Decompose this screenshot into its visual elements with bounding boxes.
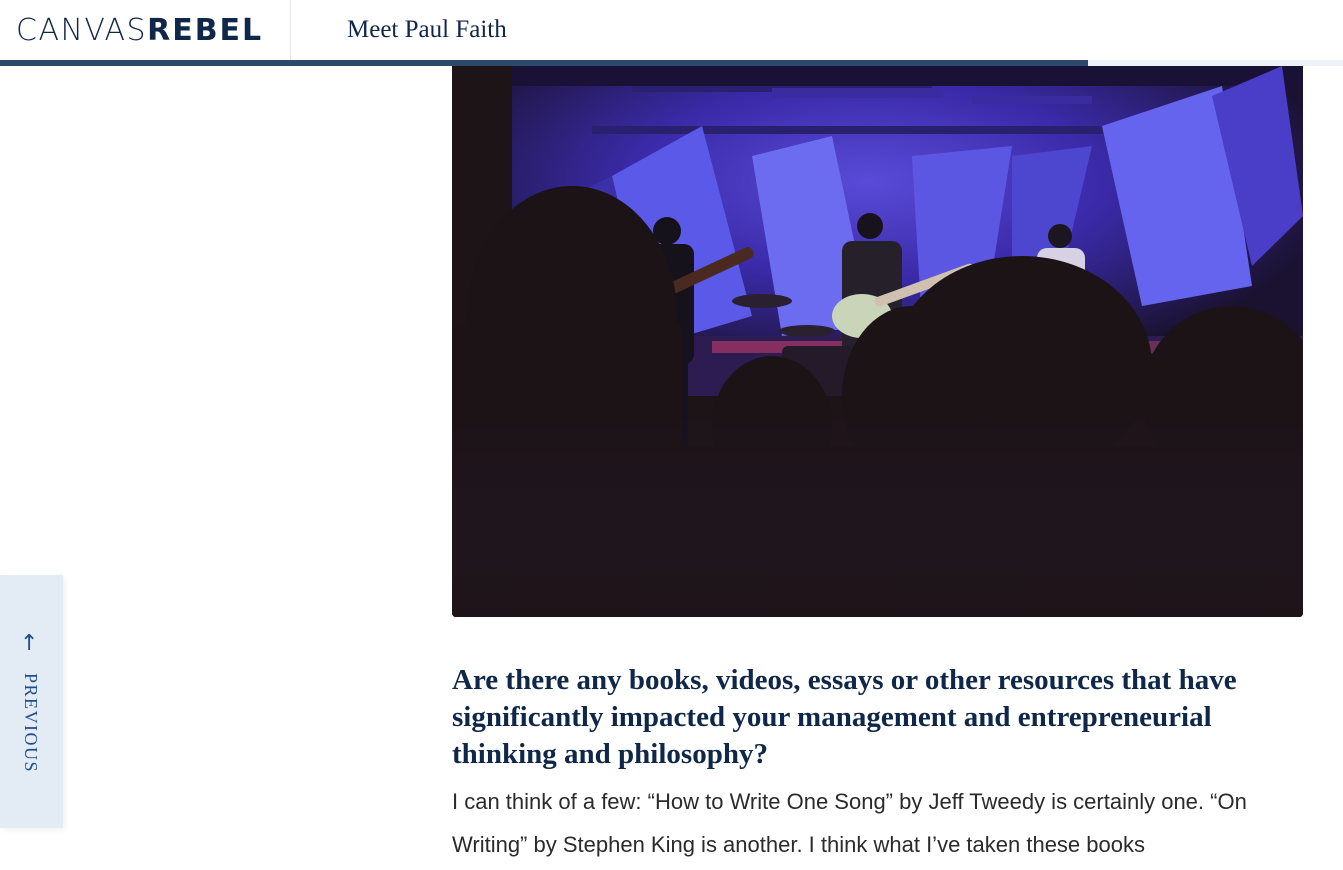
logo-text-light: CANVAS	[16, 12, 148, 48]
site-header: CANVAS REBEL Meet Paul Faith	[0, 0, 1343, 60]
concert-photo-image	[452, 66, 1303, 617]
page-title: Meet Paul Faith	[347, 16, 507, 43]
logo-text-bold: REBEL	[147, 12, 264, 48]
canvasrebel-logo[interactable]: CANVAS REBEL	[0, 0, 291, 60]
interview-question: Are there any books, videos, essays or o…	[452, 664, 1237, 770]
arrow-up-icon: ↑	[20, 631, 39, 656]
interview-answer: I can think of a few: “How to Write One …	[452, 789, 1247, 857]
previous-label: PREVIOUS	[21, 673, 41, 774]
previous-article-tab[interactable]: ↑ PREVIOUS	[0, 575, 63, 828]
concert-photo	[452, 66, 1303, 617]
